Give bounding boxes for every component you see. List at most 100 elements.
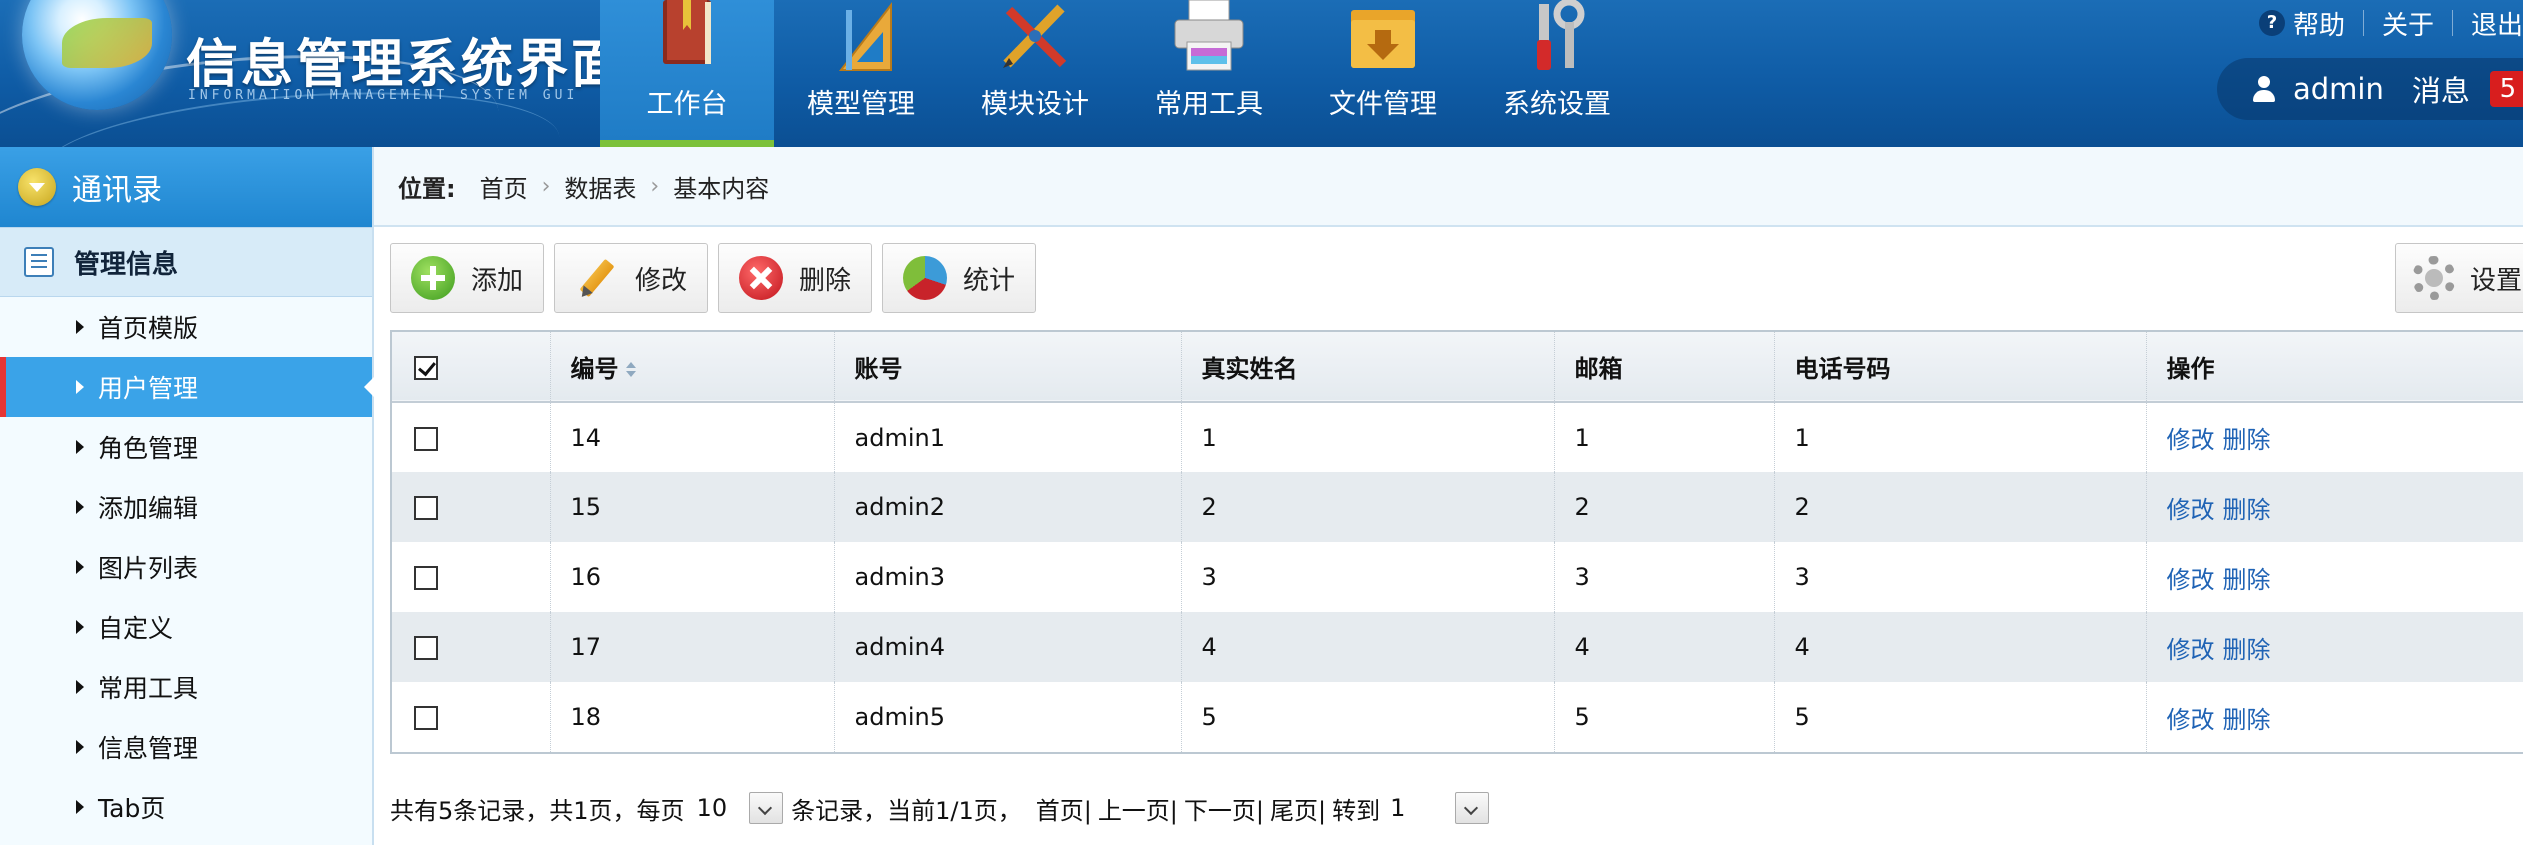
- table-row: 16 admin3 3 3 3 修改 删除: [392, 542, 2523, 612]
- top-links: ? 帮助 关于 退出: [2258, 4, 2523, 42]
- goto-page-dropdown[interactable]: [1455, 792, 1490, 824]
- nav-label: 系统设置: [1503, 89, 1611, 120]
- nav-label: 模块设计: [981, 89, 1089, 120]
- nav-item-tools[interactable]: 常用工具: [1122, 0, 1296, 147]
- row-checkbox[interactable]: [414, 566, 438, 590]
- top-header: 信息管理系统界面 INFORMATION MANAGEMENT SYSTEM G…: [0, 0, 2523, 147]
- nav-item-settings[interactable]: 系统设置: [1470, 0, 1644, 147]
- sidebar-item-label: 自定义: [98, 614, 174, 643]
- breadcrumb-separator-icon: ›: [650, 173, 660, 199]
- table-row: 17 admin4 4 4 4 修改 删除: [392, 612, 2523, 682]
- about-link[interactable]: 关于: [2382, 5, 2434, 42]
- column-header-phone: 电话号码: [1774, 332, 2147, 402]
- cell-account: admin5: [834, 682, 1182, 752]
- row-checkbox[interactable]: [414, 496, 438, 520]
- pencil-ruler-icon: [1003, 4, 1067, 68]
- last-page-link[interactable]: 尾页|: [1270, 791, 1326, 826]
- list-icon: [24, 247, 54, 277]
- logout-link[interactable]: 退出: [2471, 5, 2523, 42]
- delete-button[interactable]: 删除: [718, 243, 873, 313]
- cell-account: admin1: [834, 402, 1182, 472]
- sidebar-item-tab-page[interactable]: Tab页: [0, 777, 372, 837]
- stats-button-label: 统计: [963, 265, 1016, 296]
- breadcrumb-item-datatable[interactable]: 数据表: [564, 169, 636, 204]
- breadcrumb: 位置: 首页 › 数据表 › 基本内容: [374, 147, 2523, 227]
- help-icon: ?: [2258, 10, 2285, 36]
- row-checkbox[interactable]: [414, 706, 438, 730]
- row-delete-link[interactable]: 删除: [2223, 566, 2271, 594]
- row-delete-link[interactable]: 删除: [2223, 426, 2271, 454]
- messages-link[interactable]: 消息: [2412, 68, 2470, 110]
- username[interactable]: admin: [2293, 72, 2384, 106]
- sidebar-item-label: 角色管理: [98, 434, 199, 463]
- add-button-label: 添加: [471, 265, 524, 296]
- sidebar-item-image-list[interactable]: 图片列表: [0, 537, 372, 597]
- delete-button-label: 删除: [799, 265, 852, 296]
- column-header-account: 账号: [834, 332, 1182, 402]
- sidebar-header-label: 通讯录: [72, 173, 162, 208]
- nav-item-workbench[interactable]: 工作台: [600, 0, 774, 147]
- sidebar-group[interactable]: 管理信息: [0, 227, 372, 297]
- sidebar-item-label: 图片列表: [98, 554, 199, 583]
- caret-right-icon: [76, 500, 84, 514]
- sidebar-item-add-edit[interactable]: 添加编辑: [0, 477, 372, 537]
- next-page-link[interactable]: 下一页|: [1184, 791, 1264, 826]
- nav-label: 常用工具: [1155, 89, 1263, 120]
- select-all-checkbox[interactable]: [414, 355, 438, 380]
- cell-actions: 修改 删除: [2146, 542, 2523, 612]
- row-checkbox[interactable]: [414, 636, 438, 660]
- help-link[interactable]: 帮助: [2293, 5, 2345, 42]
- nav-item-module-design[interactable]: 模块设计: [948, 0, 1122, 147]
- row-edit-link[interactable]: 修改: [2167, 706, 2215, 734]
- sidebar-header[interactable]: 通讯录: [0, 147, 372, 227]
- row-delete-link[interactable]: 删除: [2223, 496, 2271, 524]
- row-edit-link[interactable]: 修改: [2167, 636, 2215, 664]
- add-button[interactable]: 添加: [390, 243, 545, 313]
- sidebar-item-info-management[interactable]: 信息管理: [0, 717, 372, 777]
- main-nav: 工作台 模型管理 模块设计 常用工具 文件管理 系统设置: [600, 0, 1644, 147]
- breadcrumb-item-current: 基本内容: [673, 174, 770, 203]
- nav-item-files[interactable]: 文件管理: [1296, 0, 1470, 147]
- settings-button-label: 设置: [2470, 265, 2523, 296]
- caret-right-icon: [76, 800, 84, 814]
- row-select-cell: [392, 472, 551, 542]
- sidebar-item-role-management[interactable]: 角色管理: [0, 417, 372, 477]
- row-edit-link[interactable]: 修改: [2167, 496, 2215, 524]
- first-page-link[interactable]: 首页|: [1036, 791, 1092, 826]
- message-count-badge[interactable]: 5: [2489, 71, 2523, 107]
- caret-right-icon: [76, 620, 84, 634]
- row-delete-link[interactable]: 删除: [2223, 706, 2271, 734]
- sidebar-item-user-management[interactable]: 用户管理: [0, 357, 374, 417]
- cell-email: 4: [1554, 612, 1775, 682]
- edit-button[interactable]: 修改: [554, 243, 709, 313]
- app-title: 信息管理系统界面: [186, 35, 627, 95]
- sidebar-item-label: 用户管理: [98, 374, 199, 403]
- sidebar: 通讯录 管理信息 首页模版 用户管理 角色管理 添加编辑 图片列表 自定义 常用…: [0, 147, 374, 845]
- settings-button[interactable]: 设置: [2395, 243, 2523, 313]
- column-header-id[interactable]: 编号: [550, 332, 835, 402]
- sidebar-item-label: 添加编辑: [98, 494, 199, 523]
- caret-right-icon: [76, 680, 84, 694]
- row-checkbox[interactable]: [414, 426, 438, 451]
- plus-icon: [411, 256, 455, 300]
- toolbar: 添加 修改 删除 统计: [390, 243, 1046, 313]
- page-size-dropdown[interactable]: [749, 792, 784, 824]
- page-size-value: 10: [696, 794, 728, 822]
- sidebar-item-custom[interactable]: 自定义: [0, 597, 372, 657]
- nav-item-model[interactable]: 模型管理: [774, 0, 948, 147]
- row-edit-link[interactable]: 修改: [2167, 426, 2215, 454]
- delete-x-icon: [739, 256, 784, 300]
- prev-page-link[interactable]: 上一页|: [1098, 791, 1178, 826]
- printer-icon: [1174, 0, 1244, 71]
- table-body: 14 admin1 1 1 1 修改 删除 15 admin2 2 2 2 修改删…: [392, 402, 2523, 752]
- user-box: admin 消息 5: [2217, 58, 2523, 120]
- sidebar-item-tools[interactable]: 常用工具: [0, 657, 372, 717]
- sort-icon[interactable]: [625, 361, 637, 379]
- row-delete-link[interactable]: 删除: [2223, 636, 2271, 664]
- row-edit-link[interactable]: 修改: [2167, 566, 2215, 594]
- stats-button[interactable]: 统计: [882, 243, 1037, 313]
- breadcrumb-item-home[interactable]: 首页: [480, 169, 528, 204]
- select-all-cell: [392, 332, 551, 402]
- sidebar-item-home-template[interactable]: 首页模版: [0, 297, 372, 357]
- cell-phone: 1: [1774, 402, 2147, 472]
